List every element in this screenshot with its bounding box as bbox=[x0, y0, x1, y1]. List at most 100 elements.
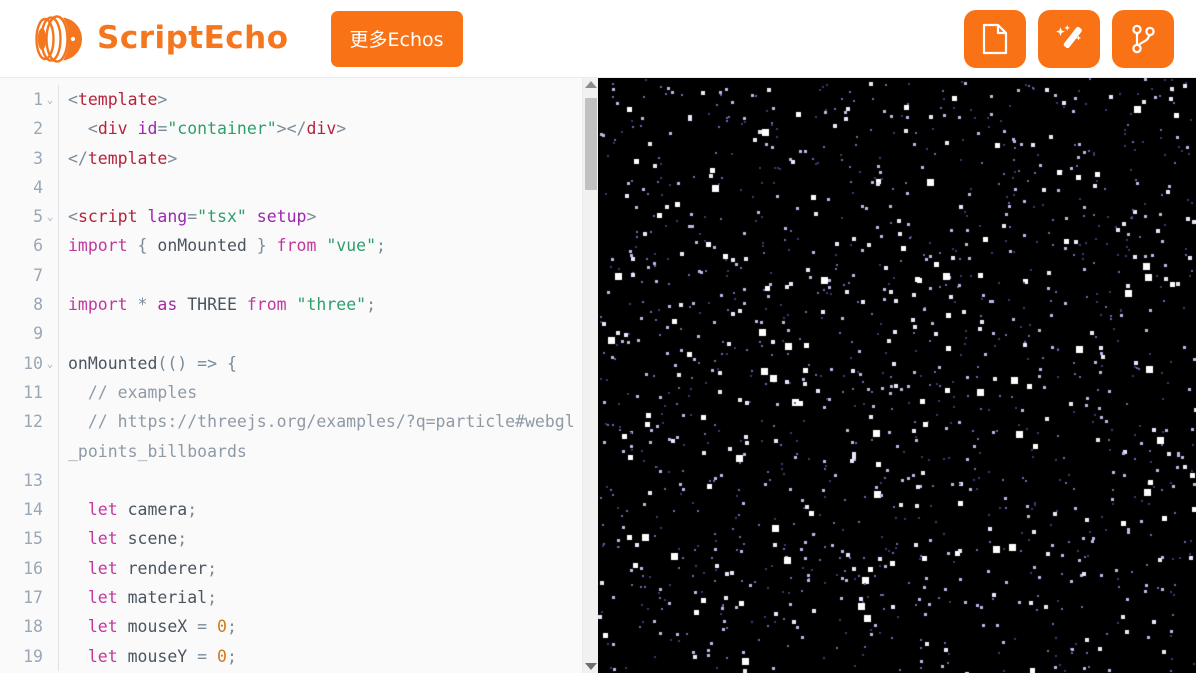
code-line-text[interactable]: onMounted(() => { bbox=[58, 348, 582, 378]
code-token: ; bbox=[207, 558, 218, 578]
code-token: material bbox=[127, 588, 208, 608]
code-line[interactable]: 4⌄ bbox=[0, 172, 582, 203]
code-line-text[interactable]: // https://threejs.org/examples/?q=parti… bbox=[58, 407, 582, 466]
chevron-down-icon[interactable]: ⌄ bbox=[44, 202, 56, 231]
code-token: < bbox=[68, 90, 78, 109]
scrollbar-track[interactable] bbox=[584, 94, 597, 657]
code-token: script bbox=[77, 207, 138, 227]
code-line-text[interactable]: <div id="container"></div> bbox=[58, 114, 582, 144]
code-line[interactable]: 5 ⌄ <script lang="tsx" setup> bbox=[0, 202, 582, 232]
code-line-text[interactable] bbox=[58, 465, 582, 496]
code-token: // examples bbox=[87, 382, 198, 402]
code-line[interactable]: 17⌄ let material; bbox=[0, 583, 582, 613]
magic-wand-icon bbox=[1053, 23, 1085, 55]
code-line-text[interactable]: import * as THREE from "three"; bbox=[58, 290, 582, 320]
code-token: > bbox=[336, 119, 347, 139]
code-token: ; bbox=[366, 295, 377, 315]
code-line-text[interactable]: </template> bbox=[58, 143, 582, 173]
line-number-gutter: 18⌄ bbox=[0, 612, 58, 641]
code-token: // https://threejs.org/examples/?q=parti… bbox=[68, 412, 575, 461]
code-line-text[interactable]: let scene; bbox=[58, 524, 582, 554]
echo-wave-logo-icon bbox=[30, 14, 86, 64]
more-echos-button[interactable]: 更多Echos bbox=[330, 10, 463, 67]
brand[interactable]: ScriptEcho bbox=[30, 14, 289, 64]
code-token: mouseX bbox=[127, 617, 188, 637]
code-line[interactable]: 10 ⌄ onMounted(() => { bbox=[0, 348, 582, 378]
chevron-down-icon[interactable]: ⌄ bbox=[44, 349, 56, 378]
code-token: > bbox=[167, 148, 178, 168]
code-line[interactable]: 13⌄ bbox=[0, 465, 582, 496]
code-token: from bbox=[246, 295, 287, 315]
code-line[interactable]: 6⌄import { onMounted } from "vue"; bbox=[0, 231, 582, 261]
code-line-text[interactable]: let camera; bbox=[58, 495, 582, 525]
code-line-text[interactable] bbox=[58, 172, 582, 203]
line-number-gutter: 10 ⌄ bbox=[0, 349, 58, 378]
magic-generate-button[interactable] bbox=[1038, 9, 1100, 68]
scrollbar-down-arrow-icon[interactable] bbox=[584, 663, 597, 670]
preview-canvas[interactable] bbox=[598, 78, 1196, 673]
line-number-gutter: 1 ⌄ bbox=[0, 85, 58, 114]
line-number: 11 bbox=[23, 382, 43, 402]
chevron-down-icon[interactable]: ⌄ bbox=[44, 85, 56, 114]
code-line-text[interactable]: let material; bbox=[58, 583, 582, 613]
code-line-text[interactable]: let mouseX = 0; bbox=[58, 612, 582, 642]
code-line-text[interactable]: // examples bbox=[58, 377, 582, 408]
code-token: * bbox=[137, 295, 148, 315]
code-token: </ bbox=[68, 148, 88, 168]
code-line[interactable]: 3⌄</template> bbox=[0, 143, 582, 173]
code-token: as bbox=[157, 295, 178, 315]
code-line[interactable]: 12⌄ // https://threejs.org/examples/?q=p… bbox=[0, 407, 582, 466]
code-line-text[interactable] bbox=[58, 319, 582, 349]
line-number-gutter: 9⌄ bbox=[0, 319, 58, 348]
code-line[interactable]: 9⌄ bbox=[0, 319, 582, 349]
code-token: > bbox=[157, 90, 168, 109]
code-line[interactable]: 2⌄ <div id="container"></div> bbox=[0, 114, 582, 144]
code-editor-content[interactable]: 1⌄<template>2⌄ <div id="container"></div… bbox=[0, 78, 582, 673]
code-token: ; bbox=[187, 500, 198, 520]
code-line-text[interactable]: import { onMounted } from "vue"; bbox=[58, 231, 582, 261]
code-token: mouseY bbox=[127, 646, 188, 666]
line-number: 16 bbox=[23, 558, 43, 578]
code-line[interactable]: 19⌄ let mouseY = 0; bbox=[0, 641, 582, 671]
code-line[interactable]: 15⌄ let scene; bbox=[0, 524, 582, 554]
code-line[interactable]: 14⌄ let camera; bbox=[0, 495, 582, 525]
line-number-gutter: 14⌄ bbox=[0, 495, 58, 524]
code-line[interactable]: 18⌄ let mouseX = 0; bbox=[0, 612, 582, 642]
code-token: camera bbox=[127, 500, 188, 520]
code-token: "vue" bbox=[326, 236, 376, 256]
line-number-gutter: 16⌄ bbox=[0, 554, 58, 583]
new-document-button[interactable] bbox=[964, 9, 1026, 68]
code-token: ; bbox=[177, 529, 188, 549]
line-number-gutter: 11⌄ bbox=[0, 378, 58, 407]
code-line[interactable]: 8⌄import * as THREE from "three"; bbox=[0, 290, 582, 320]
code-line[interactable]: 11⌄ // examples bbox=[0, 377, 582, 408]
line-number: 3 bbox=[33, 148, 43, 168]
code-line-text[interactable]: <script lang="tsx" setup> bbox=[58, 202, 582, 232]
code-editor-scroll[interactable]: 1⌄<template>2⌄ <div id="container"></div… bbox=[0, 78, 582, 673]
code-token: < bbox=[87, 119, 98, 139]
code-token: 0 bbox=[217, 617, 227, 637]
threejs-particles-preview[interactable] bbox=[598, 78, 1196, 673]
code-line-text[interactable]: let mouseY = 0; bbox=[58, 641, 582, 671]
code-token: onMounted bbox=[68, 353, 158, 373]
line-number: 13 bbox=[23, 470, 43, 490]
code-line-text[interactable]: <template> bbox=[58, 85, 582, 115]
editor-vertical-scrollbar[interactable] bbox=[582, 78, 598, 673]
code-line-text[interactable] bbox=[58, 260, 582, 291]
code-line[interactable]: 16⌄ let renderer; bbox=[0, 553, 582, 584]
code-line[interactable]: 7⌄ bbox=[0, 260, 582, 291]
scrollbar-thumb[interactable] bbox=[585, 98, 597, 190]
line-number-gutter: 6⌄ bbox=[0, 231, 58, 260]
line-number: 18 bbox=[23, 617, 43, 637]
branch-version-button[interactable] bbox=[1112, 9, 1174, 68]
scrollbar-up-arrow-icon[interactable] bbox=[584, 81, 597, 88]
code-line-text[interactable]: let renderer; bbox=[58, 553, 582, 584]
code-line[interactable]: 1 ⌄ <template> bbox=[0, 85, 582, 115]
